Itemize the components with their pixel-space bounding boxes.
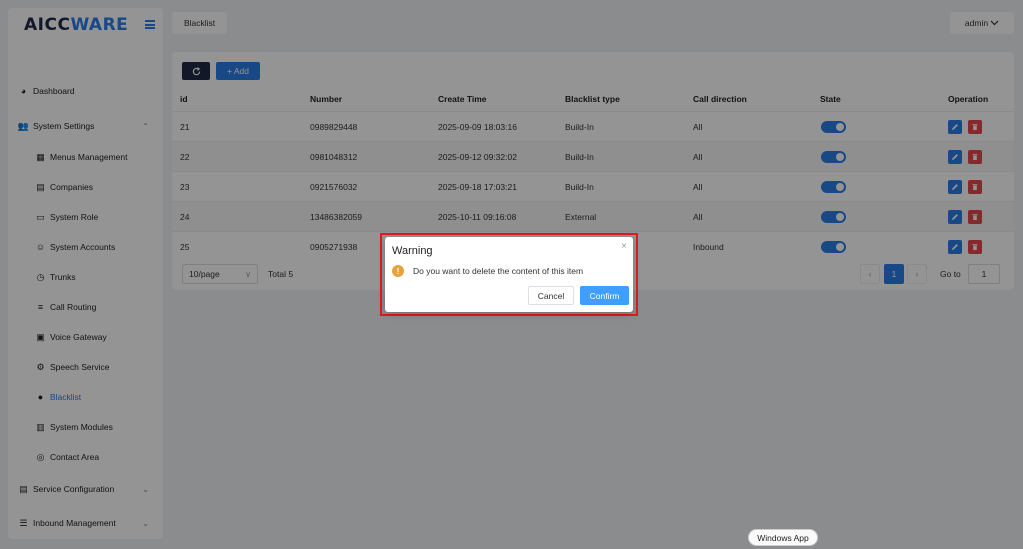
close-icon[interactable]: × bbox=[621, 241, 627, 252]
dialog-message: Do you want to delete the content of thi… bbox=[413, 266, 584, 276]
cancel-button[interactable]: Cancel bbox=[528, 286, 574, 305]
confirm-button[interactable]: Confirm bbox=[580, 286, 629, 305]
warning-dialog: Warning × ! Do you want to delete the co… bbox=[385, 237, 633, 312]
tooltip-label: Windows App bbox=[757, 532, 809, 543]
dialog-title: Warning bbox=[392, 245, 433, 257]
taskbar-tooltip: Windows App bbox=[748, 529, 818, 546]
warning-icon: ! bbox=[392, 265, 404, 277]
